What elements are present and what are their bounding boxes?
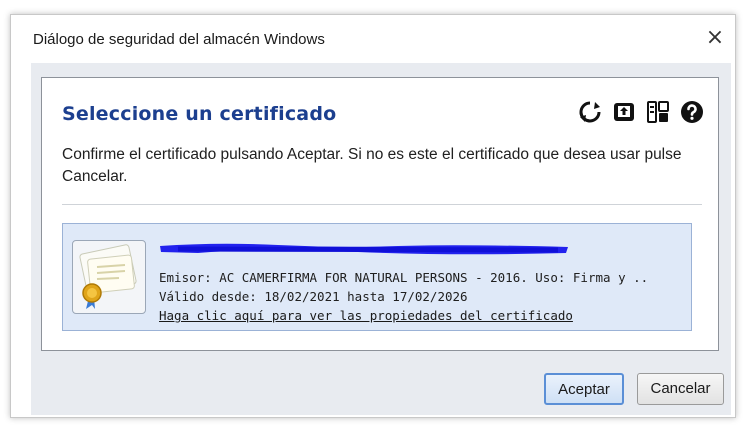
export-icon[interactable] [612, 100, 636, 124]
certificate-item[interactable]: Emisor: AC CAMERFIRMA FOR NATURAL PERSON… [62, 223, 692, 331]
title-bar: Diálogo de seguridad del almacén Windows… [11, 15, 735, 63]
issuer-line: Emisor: AC CAMERFIRMA FOR NATURAL PERSON… [159, 270, 649, 285]
refresh-icon[interactable] [578, 100, 602, 124]
validity-line: Válido desde: 18/02/2021 hasta 17/02/202… [159, 289, 468, 304]
divider [62, 204, 702, 205]
close-button[interactable]: × [697, 23, 733, 53]
cancel-button[interactable]: Cancelar [637, 373, 724, 405]
certificate-details: Emisor: AC CAMERFIRMA FOR NATURAL PERSON… [159, 268, 679, 325]
details-icon[interactable] [646, 100, 670, 124]
help-icon[interactable] [680, 100, 704, 124]
instruction-text: Confirme el certificado pulsando Aceptar… [62, 146, 682, 185]
certificate-panel: Seleccione un certificado Confirme el ce… [41, 77, 719, 351]
security-dialog: Diálogo de seguridad del almacén Windows… [10, 14, 736, 418]
certificate-icon [72, 240, 146, 314]
panel-heading: Seleccione un certificado [62, 103, 337, 125]
accept-button[interactable]: Aceptar [544, 373, 624, 405]
certificate-properties-link[interactable]: Haga clic aquí para ver las propiedades … [159, 308, 573, 323]
redacted-certificate-name [160, 243, 568, 255]
window-title: Diálogo de seguridad del almacén Windows [33, 31, 325, 48]
dialog-body: Seleccione un certificado Confirme el ce… [31, 63, 731, 415]
toolbar-icons [578, 100, 704, 124]
